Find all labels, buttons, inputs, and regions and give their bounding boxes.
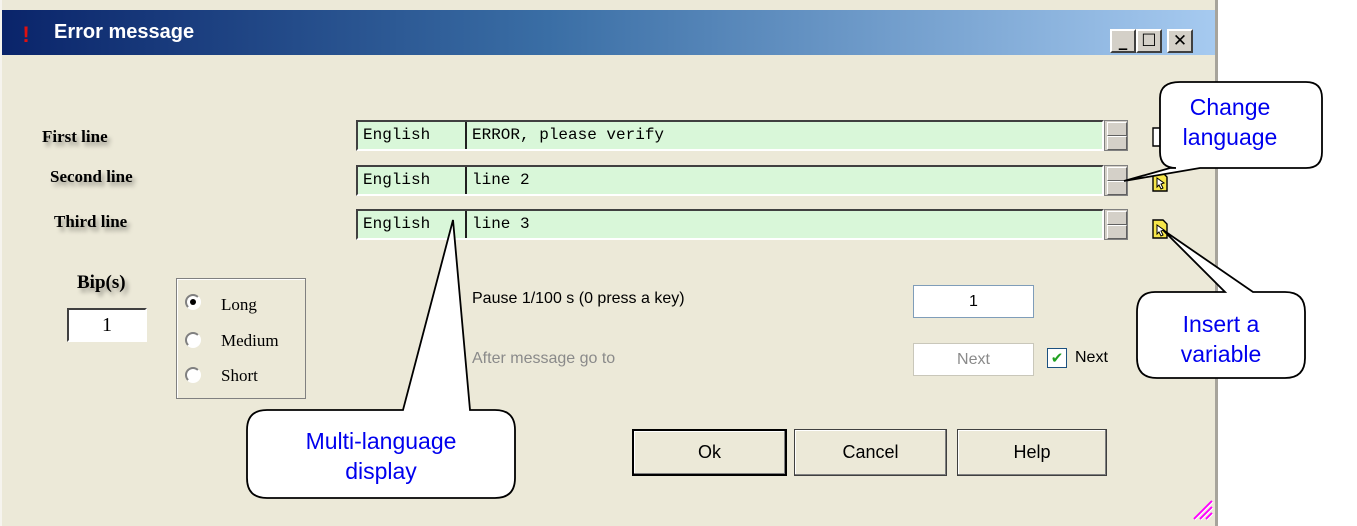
next-checkbox[interactable]: ✔ bbox=[1047, 348, 1067, 368]
radio-long-button[interactable] bbox=[185, 294, 201, 310]
first-line-text[interactable]: ERROR, please verify bbox=[472, 122, 664, 149]
radio-selected-dot bbox=[190, 299, 196, 305]
pause-input[interactable]: 1 bbox=[913, 285, 1034, 318]
checkmark-icon: ✔ bbox=[1050, 349, 1064, 367]
first-line-language[interactable]: English bbox=[358, 122, 467, 149]
close-button[interactable]: ✕ bbox=[1167, 29, 1193, 53]
maximize-button[interactable]: ☐ bbox=[1136, 29, 1162, 53]
first-line-field[interactable]: English ERROR, please verify bbox=[356, 120, 1104, 151]
change-language-callout: Change language bbox=[1110, 80, 1325, 190]
radio-short-button[interactable] bbox=[185, 367, 201, 383]
title-bar[interactable]: ! Error message _ ☐ ✕ bbox=[2, 10, 1215, 55]
error-message-dialog: ! Error message _ ☐ ✕ First line Second … bbox=[0, 0, 1218, 526]
third-line-language-spinner[interactable] bbox=[1104, 209, 1128, 240]
multi-language-text-2: display bbox=[345, 458, 417, 484]
window-title: Error message bbox=[54, 21, 195, 43]
second-line-text[interactable]: line 2 bbox=[472, 167, 530, 194]
close-icon: ✕ bbox=[1172, 31, 1188, 51]
minimize-icon: _ bbox=[1118, 31, 1128, 51]
multi-language-callout: Multi-language display bbox=[245, 219, 520, 510]
change-language-text-2: language bbox=[1182, 124, 1278, 150]
insert-variable-text-2: variable bbox=[1180, 341, 1262, 367]
ok-button[interactable]: Ok bbox=[632, 429, 787, 476]
spin-down-icon[interactable] bbox=[1107, 225, 1127, 239]
spin-up-icon[interactable] bbox=[1107, 211, 1127, 225]
multi-language-text-1: Multi-language bbox=[305, 428, 457, 454]
beeps-label: Bip(s) bbox=[77, 272, 126, 293]
change-language-text-1: Change bbox=[1189, 94, 1271, 120]
next-checkbox-label[interactable]: Next bbox=[1075, 349, 1108, 367]
first-line-label: First line bbox=[42, 127, 108, 146]
minimize-button[interactable]: _ bbox=[1110, 29, 1136, 53]
maximize-icon: ☐ bbox=[1141, 31, 1157, 51]
second-line-field[interactable]: English line 2 bbox=[356, 165, 1104, 196]
cancel-button[interactable]: Cancel bbox=[794, 429, 947, 476]
third-line-label: Third line bbox=[54, 212, 128, 231]
exclamation-icon: ! bbox=[22, 22, 30, 47]
second-line-language[interactable]: English bbox=[358, 167, 467, 194]
radio-medium-button[interactable] bbox=[185, 332, 201, 348]
second-line-label: Second line bbox=[50, 167, 133, 186]
insert-variable-callout: Insert a variable bbox=[1135, 229, 1310, 390]
after-message-target-input[interactable]: Next bbox=[913, 343, 1034, 376]
insert-variable-text-1: Insert a bbox=[1182, 311, 1260, 337]
resize-grip-icon[interactable] bbox=[1190, 497, 1214, 521]
beeps-count-input[interactable]: 1 bbox=[67, 308, 147, 342]
help-button[interactable]: Help bbox=[957, 429, 1107, 476]
